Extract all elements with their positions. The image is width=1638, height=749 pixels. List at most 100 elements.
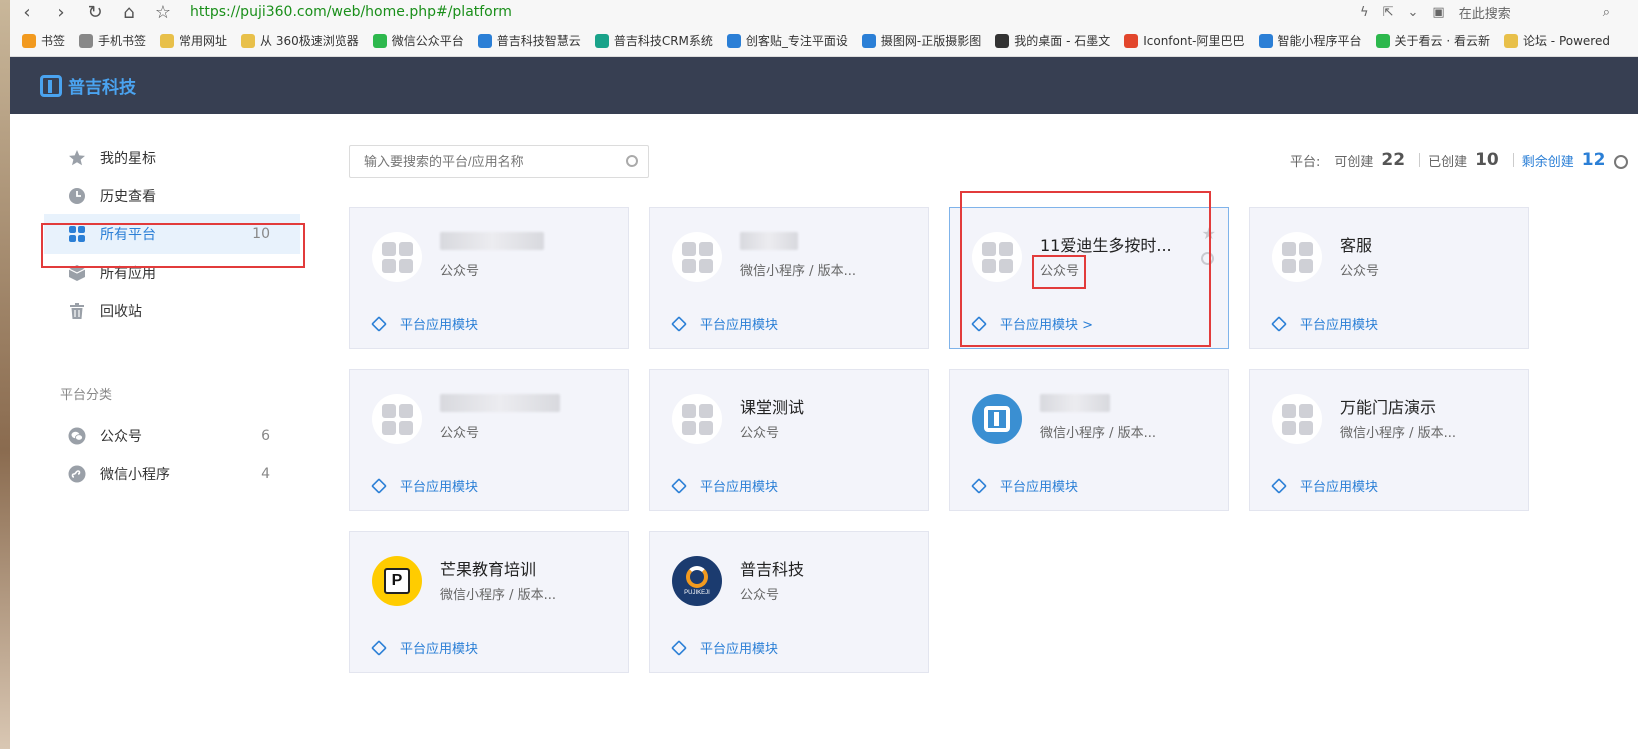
bookmark-label: 创客贴_专注平面设 bbox=[745, 34, 848, 48]
bookmark-item[interactable]: 书签 bbox=[22, 32, 65, 49]
gear-icon[interactable] bbox=[1201, 252, 1214, 265]
platform-card[interactable]: 微信小程序 / 版本... 平台应用模块 bbox=[949, 369, 1229, 511]
sidebar-item-all-platforms[interactable]: 所有平台 10 bbox=[44, 214, 300, 254]
bookmark-label: Iconfont-阿里巴巴 bbox=[1143, 34, 1245, 48]
back-icon[interactable]: ‹ bbox=[10, 2, 44, 23]
platform-name: 客服 bbox=[1340, 236, 1373, 255]
bookmark-item[interactable]: 常用网址 bbox=[160, 32, 227, 49]
platform-search[interactable] bbox=[349, 145, 649, 178]
platform-card[interactable]: 公众号 平台应用模块 bbox=[349, 369, 629, 511]
puji-logo-icon bbox=[40, 74, 62, 97]
platform-card[interactable]: 客服 公众号 平台应用模块 bbox=[1249, 207, 1529, 349]
platform-module-link[interactable]: 平台应用模块 bbox=[371, 638, 478, 657]
bookmark-item[interactable]: 微信公众平台 bbox=[372, 32, 464, 49]
bookmark-favicon-icon bbox=[1503, 33, 1518, 48]
module-label: 平台应用模块 bbox=[700, 642, 779, 657]
bookmark-favicon-icon bbox=[594, 33, 609, 48]
sidebar-category-official-account[interactable]: 公众号 6 bbox=[44, 416, 300, 456]
star-icon[interactable]: ★ bbox=[1202, 224, 1216, 243]
platform-module-link[interactable]: 平台应用模块 bbox=[1271, 314, 1378, 333]
browser-search-input[interactable]: 在此搜索 bbox=[1459, 3, 1589, 22]
platform-module-link[interactable]: 平台应用模块 bbox=[671, 476, 779, 495]
cube-icon bbox=[671, 477, 687, 494]
platform-card[interactable]: PUJIKEJI 普吉科技 公众号 平台应用模块 bbox=[649, 531, 929, 673]
bookmark-item[interactable]: Iconfont-阿里巴巴 bbox=[1124, 32, 1245, 49]
platform-module-link[interactable]: 平台应用模块 bbox=[671, 638, 779, 657]
platform-module-link[interactable]: 平台应用模块 bbox=[371, 314, 478, 333]
platform-card[interactable]: 11爱迪生多按时... 公众号 平台应用模块 > ★ bbox=[949, 207, 1229, 349]
bookmark-label: 常用网址 bbox=[179, 34, 228, 48]
sidebar-category-miniprogram[interactable]: 微信小程序 4 bbox=[44, 454, 300, 494]
module-label: 平台应用模块 > bbox=[1000, 318, 1094, 333]
platform-search-input[interactable] bbox=[364, 146, 624, 177]
dropdown-icon[interactable]: ⌄ bbox=[1408, 5, 1419, 20]
app-logo[interactable]: 普吉科技 bbox=[40, 73, 136, 98]
redacted-name bbox=[440, 232, 544, 250]
bookmark-item[interactable]: 智能小程序平台 bbox=[1258, 32, 1362, 49]
search-icon[interactable]: ⌕ bbox=[1603, 5, 1610, 20]
bookmark-item[interactable]: 从 360极速浏览器 bbox=[241, 32, 359, 49]
address-bar[interactable]: https://puji360.com/web/home.php#/platfo… bbox=[190, 4, 512, 20]
bookmark-favicon-icon bbox=[995, 33, 1010, 48]
search-engine-icon[interactable]: ▣ bbox=[1432, 5, 1444, 20]
sidebar-item-recycle-bin[interactable]: 回收站 bbox=[44, 291, 300, 331]
redacted-name bbox=[440, 394, 560, 412]
search-icon[interactable] bbox=[626, 155, 638, 167]
bookmark-favicon-icon bbox=[372, 33, 387, 48]
platform-module-link[interactable]: 平台应用模块 bbox=[671, 314, 778, 333]
cube-icon bbox=[1271, 477, 1287, 494]
forward-icon[interactable]: › bbox=[44, 2, 78, 23]
platform-type: 公众号 bbox=[740, 426, 780, 441]
module-label: 平台应用模块 bbox=[700, 480, 779, 495]
bookmark-label: 论坛 - Powered bbox=[1522, 34, 1610, 48]
bookmark-item[interactable]: 普吉科技CRM系统 bbox=[594, 32, 713, 49]
platform-card[interactable]: P 芒果教育培训 微信小程序 / 版本... 平台应用模块 bbox=[349, 531, 629, 673]
home-icon[interactable]: ⌂ bbox=[112, 2, 146, 23]
placeholder-grid-icon bbox=[372, 394, 422, 444]
favorite-star-icon[interactable]: ☆ bbox=[146, 2, 180, 23]
stats-created-value: 10 bbox=[1475, 150, 1499, 170]
sidebar-item-label: 公众号 bbox=[100, 429, 142, 445]
bookmark-favicon-icon bbox=[241, 33, 256, 48]
placeholder-grid-icon bbox=[1272, 394, 1322, 444]
logo-text: 普吉科技 bbox=[68, 78, 136, 98]
share-icon[interactable]: ⇱ bbox=[1383, 5, 1394, 20]
bookmark-favicon-icon bbox=[1258, 33, 1273, 48]
stats-created-label: 已创建 bbox=[1428, 154, 1468, 170]
stats-divider bbox=[1512, 153, 1514, 167]
lightning-icon[interactable]: ϟ bbox=[1360, 5, 1369, 20]
bookmark-item[interactable]: 我的桌面 - 石墨文 bbox=[995, 32, 1110, 49]
platform-card[interactable]: 公众号 平台应用模块 bbox=[349, 207, 629, 349]
bookmark-item[interactable]: 摄图网-正版摄影图 bbox=[861, 32, 981, 49]
stats-divider bbox=[1419, 153, 1421, 167]
platform-module-link[interactable]: 平台应用模块 > bbox=[971, 314, 1094, 333]
platform-card[interactable]: 微信小程序 / 版本... 平台应用模块 bbox=[649, 207, 929, 349]
bookmark-item[interactable]: 普吉科技智慧云 bbox=[477, 32, 581, 49]
settings-gear-icon[interactable] bbox=[1614, 155, 1628, 169]
sidebar: 我的星标 历史查看 所有平台 10 所有应用 回收站 平台分类 公众号 6 微信… bbox=[10, 114, 310, 749]
address-tools: ϟ ⇱ ⌄ ▣ 在此搜索 ⌕ bbox=[1360, 3, 1638, 22]
bookmark-label: 微信公众平台 bbox=[391, 34, 464, 48]
sidebar-item-all-apps[interactable]: 所有应用 bbox=[44, 253, 300, 293]
bookmark-item[interactable]: 手机书签 bbox=[79, 32, 146, 49]
bookmark-item[interactable]: 创客贴_专注平面设 bbox=[726, 32, 848, 49]
redacted-name bbox=[740, 232, 798, 250]
cube-icon bbox=[371, 477, 387, 494]
sidebar-item-label: 我的星标 bbox=[100, 151, 156, 167]
platform-module-link[interactable]: 平台应用模块 bbox=[371, 476, 479, 495]
platform-module-link[interactable]: 平台应用模块 bbox=[971, 476, 1078, 495]
miniprogram-icon bbox=[68, 465, 86, 483]
placeholder-grid-icon bbox=[372, 232, 422, 282]
bookmark-item[interactable]: 论坛 - Powered bbox=[1503, 32, 1610, 49]
bookmark-favicon-icon bbox=[22, 33, 36, 48]
platform-module-link[interactable]: 平台应用模块 bbox=[1271, 476, 1378, 495]
sidebar-item-history[interactable]: 历史查看 bbox=[44, 176, 300, 216]
bookmark-item[interactable]: 关于看云 · 看云新 bbox=[1375, 32, 1490, 49]
reload-icon[interactable]: ↻ bbox=[78, 2, 112, 23]
sidebar-item-starred[interactable]: 我的星标 bbox=[44, 138, 300, 178]
module-label: 平台应用模块 bbox=[400, 480, 479, 495]
platform-card[interactable]: 课堂测试 公众号 平台应用模块 bbox=[649, 369, 929, 511]
bookmark-label: 普吉科技CRM系统 bbox=[613, 34, 713, 48]
platform-card[interactable]: 万能门店演示 微信小程序 / 版本... 平台应用模块 bbox=[1249, 369, 1529, 511]
platform-stats: 平台: 可创建 22 已创建 10 剩余创建 12 bbox=[1290, 150, 1605, 170]
